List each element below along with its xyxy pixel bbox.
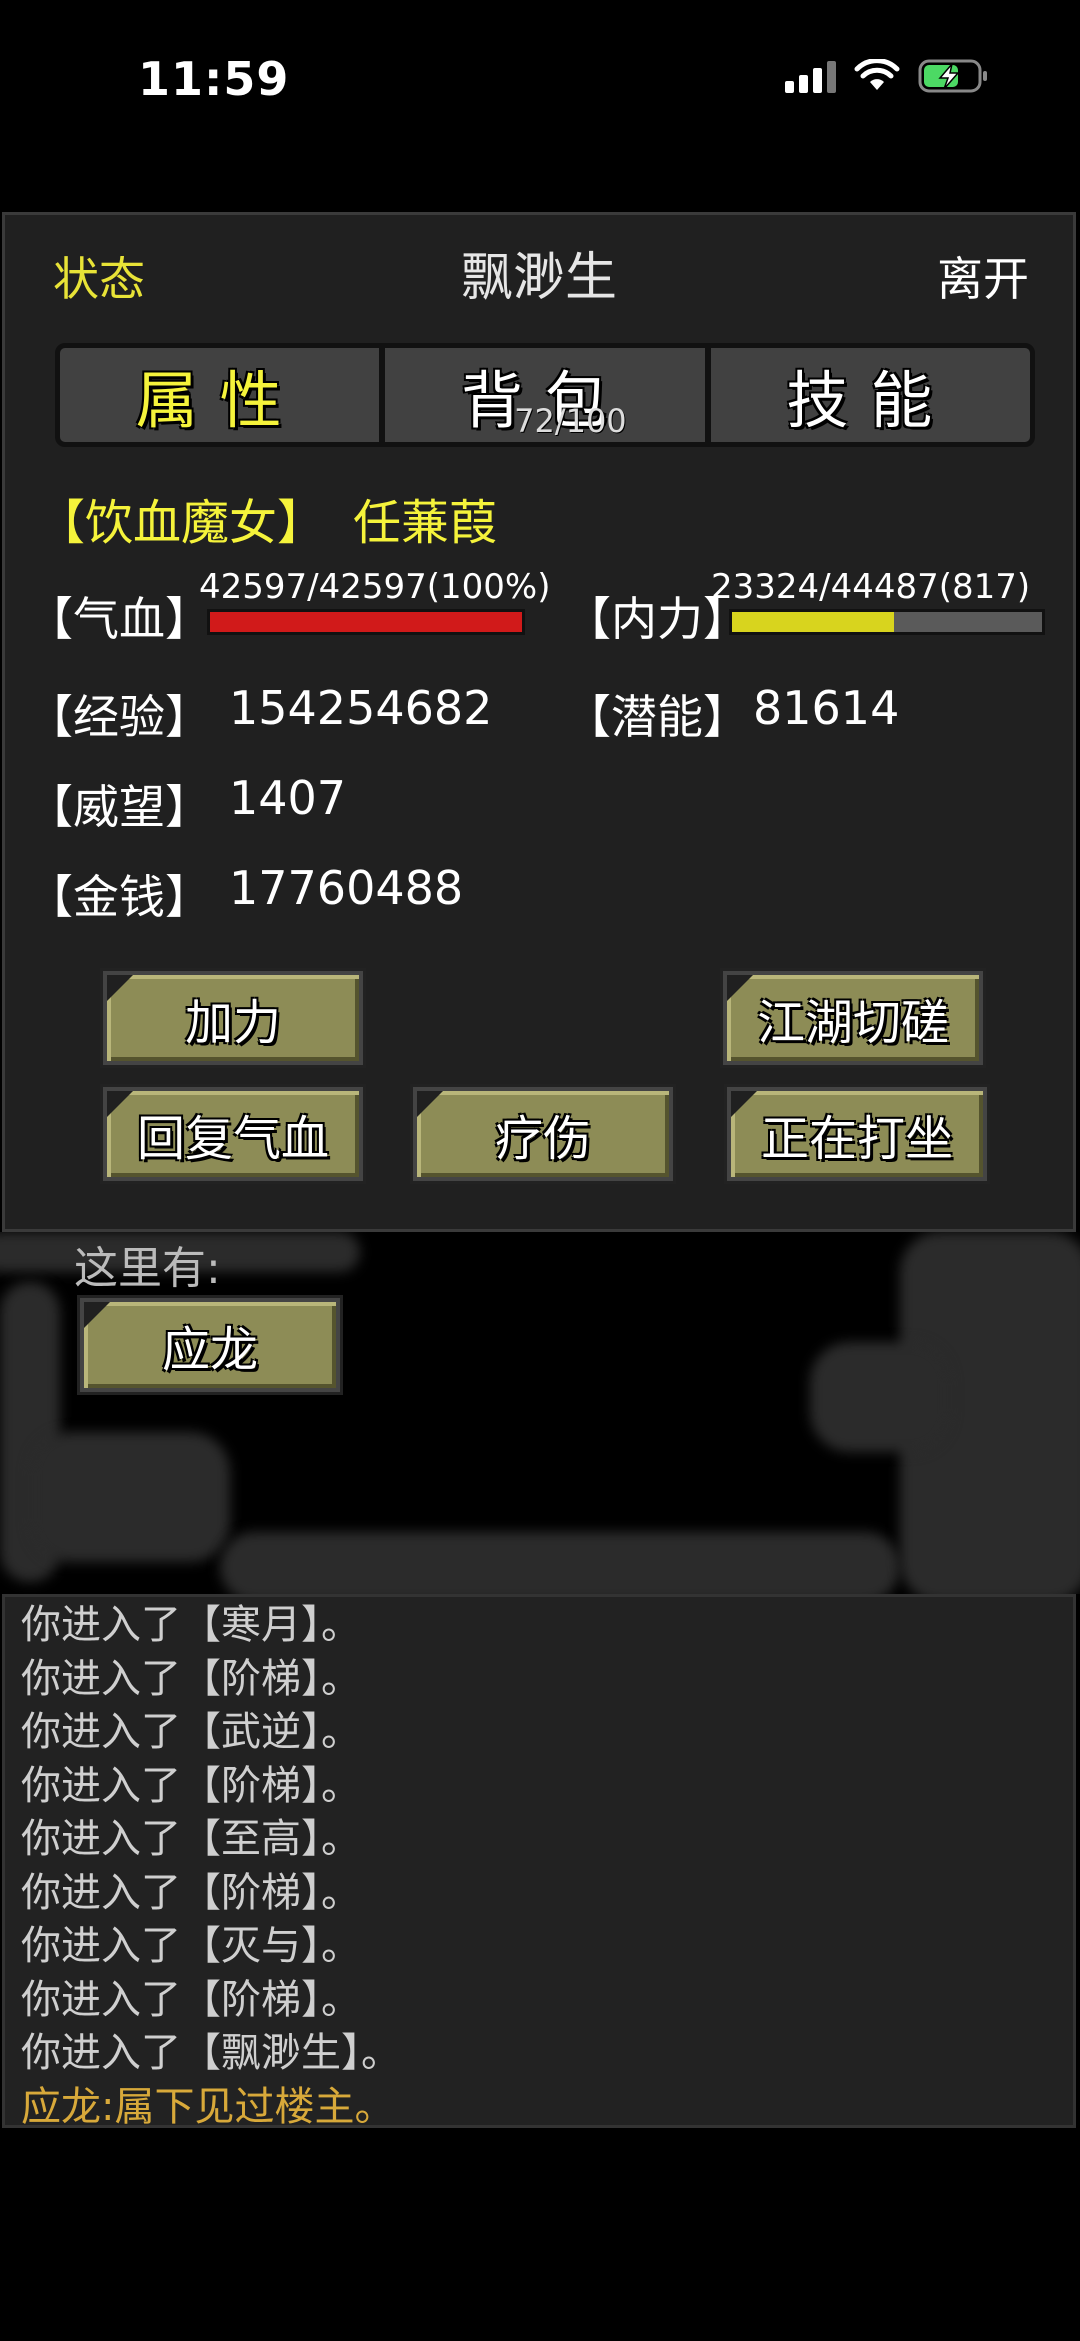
mp-bar [729, 609, 1045, 635]
prestige-value: 1407 [229, 771, 347, 825]
log-line: 你进入了【阶梯】。 [21, 1655, 361, 1702]
log-line: 你进入了【阶梯】。 [21, 1762, 361, 1809]
tab-skills[interactable]: 技能 [704, 348, 1030, 442]
character-title: 【饮血魔女】 [37, 495, 326, 551]
exp-label: 【经验】 [27, 690, 211, 744]
status-bar: 11:59 [0, 0, 1080, 160]
smoke-decoration [810, 1342, 950, 1452]
hp-bar-fill [210, 612, 522, 632]
heal-button[interactable]: 疗伤 [410, 1084, 676, 1184]
cellular-signal-icon [785, 59, 836, 93]
leave-button[interactable]: 离开 [937, 243, 1029, 309]
tab-inventory[interactable]: 背包 72/100 [379, 348, 704, 442]
wifi-icon [854, 59, 900, 90]
inventory-count: 72/100 [514, 402, 627, 440]
scene-area: 这里有: 应龙 [0, 1232, 1080, 1594]
money-value: 17760488 [229, 861, 464, 915]
heal-button-label: 疗伤 [494, 1111, 591, 1167]
mp-bar-fill [732, 612, 895, 632]
log-speech-line: 应龙:属下见过楼主。 [21, 2083, 395, 2130]
spar-button[interactable]: 江湖切磋 [720, 968, 986, 1068]
potential-value: 81614 [753, 681, 900, 735]
potential-label: 【潜能】 [565, 690, 749, 744]
restore-hp-button-label: 回复气血 [136, 1111, 329, 1167]
npc-button[interactable]: 应龙 [77, 1295, 343, 1395]
log-line: 你进入了【灭与】。 [21, 1923, 361, 1969]
meditate-button[interactable]: 正在打坐 [724, 1084, 990, 1184]
clock: 11:59 [138, 52, 290, 106]
spar-button-label: 江湖切磋 [756, 995, 949, 1051]
log-line: 你进入了【武逆】。 [21, 1709, 361, 1755]
mp-text: 23324/44487(817) [711, 567, 1031, 607]
npc-button-label: 应龙 [161, 1322, 258, 1378]
hp-text: 42597/42597(100%) [199, 567, 551, 607]
meditate-button-label: 正在打坐 [760, 1111, 953, 1167]
boost-button[interactable]: 加力 [100, 968, 366, 1068]
log-line: 你进入了【阶梯】。 [21, 1869, 361, 1916]
character-line: 【饮血魔女】 任蒹葭 [37, 483, 497, 553]
prestige-label: 【威望】 [27, 780, 211, 834]
boost-button-label: 加力 [184, 995, 281, 1051]
tab-attributes-label: 属性 [135, 364, 304, 437]
battery-charging-icon [918, 59, 987, 93]
message-log[interactable]: 你进入了【寒月】。 你进入了【阶梯】。 你进入了【武逆】。 你进入了【阶梯】。 … [2, 1594, 1076, 2130]
tab-bar: 属性 背包 72/100 技能 [55, 343, 1035, 447]
status-icons [785, 58, 990, 94]
hp-label: 【气血】 [27, 592, 211, 646]
log-line: 你进入了【阶梯】。 [21, 1976, 361, 2023]
here-label: 这里有: [74, 1243, 221, 1294]
money-label: 【金钱】 [27, 870, 211, 924]
character-name: 任蒹葭 [353, 495, 498, 551]
smoke-decoration [30, 1432, 230, 1562]
tab-skills-label: 技能 [786, 364, 955, 437]
restore-hp-button[interactable]: 回复气血 [100, 1084, 366, 1184]
tab-attributes[interactable]: 属性 [60, 348, 379, 442]
log-line: 你进入了【寒月】。 [21, 1602, 361, 1648]
status-panel: 状态 飘渺生 离开 属性 背包 72/100 技能 【饮血魔女】 任蒹葭 【气血】… [2, 212, 1076, 1232]
exp-value: 154254682 [229, 681, 493, 735]
hp-bar [207, 609, 525, 635]
log-line: 你进入了【至高】。 [21, 1816, 361, 1862]
location-title: 飘渺生 [460, 248, 617, 308]
log-line: 你进入了【飘渺生】。 [21, 2030, 401, 2076]
smoke-decoration [220, 1532, 900, 1594]
